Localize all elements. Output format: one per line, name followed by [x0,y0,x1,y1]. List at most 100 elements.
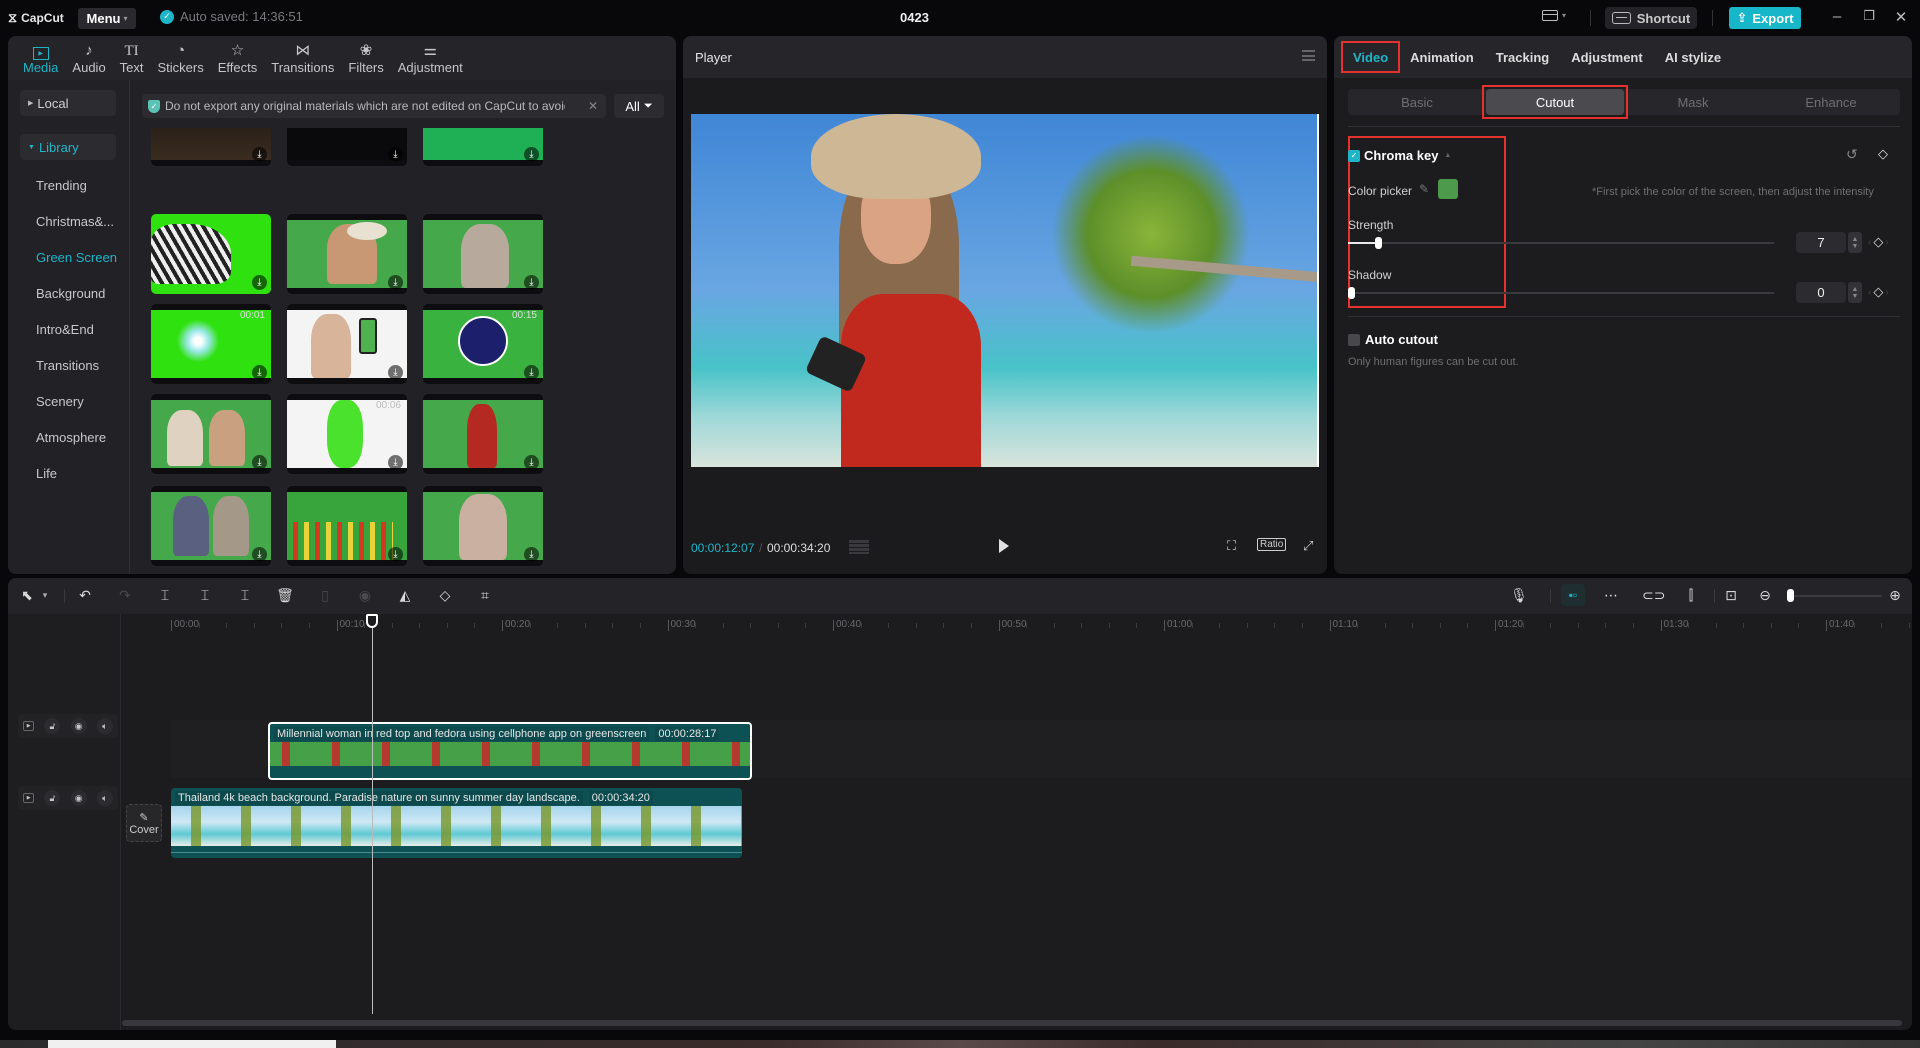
download-icon[interactable]: ⤓ [252,455,267,470]
main-track-magnet-icon[interactable]: ▪▫ [1561,584,1585,606]
track-thumbnail-icon[interactable]: ▶ [23,721,35,731]
menu-button[interactable]: Menu ▾ [78,8,136,29]
sidebar-item-trending[interactable]: Trending [36,178,87,193]
keyframe-icon[interactable]: ◇ [1873,234,1883,250]
strength-slider[interactable] [1348,237,1774,249]
shadow-stepper[interactable]: ▲ ▼ [1848,282,1862,303]
shadow-slider[interactable] [1348,287,1774,299]
split-icon[interactable]: ⌶ [156,587,174,604]
taskbar-item[interactable] [48,1040,336,1048]
delete-icon[interactable]: 🗑 [276,587,294,604]
track-thumbnail-icon[interactable]: ▶ [23,793,35,803]
strength-keyframe[interactable]: ‹ ◇ › [1868,234,1889,250]
fullscreen-icon[interactable]: ⤢ [1303,538,1313,554]
tab-stickers[interactable]: ◔ Stickers [151,36,211,80]
playhead[interactable] [372,614,373,1014]
video-preview[interactable] [691,114,1319,467]
lock-icon[interactable]: 🔓︎ [44,718,61,734]
tab-adjustment[interactable]: ⚌ Adjustment [391,36,470,80]
chroma-key-toggle[interactable]: ✓ Chroma key ▲ [1348,148,1451,163]
chevron-down-icon[interactable]: ▾ [36,590,54,601]
checkbox-unchecked-icon[interactable] [1348,333,1360,346]
tab-tracking[interactable]: Tracking [1485,42,1560,72]
zoom-in-icon[interactable]: ⊕ [1886,587,1904,604]
zoom-to-fit-icon[interactable]: ⊡ [1722,587,1740,604]
shortcut-button[interactable]: Shortcut [1605,7,1697,29]
download-icon[interactable]: ⤓ [524,365,539,380]
download-icon[interactable]: ⤓ [252,275,267,290]
close-button[interactable]: ✕ [1890,8,1912,26]
zoom-slider-handle[interactable] [1787,589,1794,602]
download-icon[interactable]: ⤓ [388,455,403,470]
ratio-button[interactable]: Ratio [1257,538,1287,551]
microphone-icon[interactable]: 🎙 [1510,587,1528,604]
picked-color-swatch[interactable] [1438,179,1458,199]
tab-media[interactable]: ▶ Media [16,36,65,80]
media-thumbnail[interactable]: ⤓ [151,214,271,294]
media-thumbnail[interactable]: ⤓ [151,128,271,166]
tab-effects[interactable]: ☆ Effects [211,36,265,80]
horizontal-scrollbar[interactable] [122,1020,1902,1026]
eyedropper-icon[interactable]: ✎ [1419,182,1429,196]
shadow-input[interactable]: 0 [1796,282,1846,303]
subtab-basic[interactable]: Basic [1348,89,1486,115]
cover-button[interactable]: ✎ Cover [126,804,162,842]
restore-button[interactable]: ❐ [1858,8,1880,24]
delete-left-icon[interactable]: ⌶ [196,587,214,604]
sidebar-item-green-screen[interactable]: Green Screen [36,250,117,265]
redo-icon[interactable]: ↷ [116,587,134,604]
select-tool-icon[interactable]: ⬉ [18,587,36,604]
media-thumbnail[interactable]: ⤓ [423,128,543,166]
sidebar-item-local[interactable]: ▶ Local [20,90,116,116]
zoom-fit-icon[interactable]: ⛶ [1227,538,1236,554]
strength-slider-handle[interactable] [1374,237,1382,249]
download-icon[interactable]: ⤓ [524,547,539,562]
media-thumbnail[interactable]: ⤓ [287,304,407,384]
shadow-slider-handle[interactable] [1348,287,1355,299]
filter-button[interactable]: All ⏷ [614,94,664,118]
zoom-slider[interactable] [1792,595,1882,597]
volume-icon[interactable]: 🔈︎ [96,790,113,806]
checkbox-checked-icon[interactable]: ✓ [1348,149,1360,162]
volume-icon[interactable]: 🔈︎ [96,718,113,734]
rotate-icon[interactable]: ◇ [436,587,454,604]
sidebar-item-christmas[interactable]: Christmas&... [36,214,114,229]
media-thumbnail[interactable]: ⤓ [287,486,407,566]
download-icon[interactable]: ⤓ [252,547,267,562]
download-icon[interactable]: ⤓ [388,275,403,290]
hamburger-menu-icon[interactable] [1302,50,1315,61]
time-ruler[interactable]: 00:00 00:10 00:20 00:30 00:40 00:50 01:00 01:10… [121,614,1912,636]
sidebar-item-atmosphere[interactable]: Atmosphere [36,430,106,445]
media-thumbnail[interactable]: ⤓ [287,214,407,294]
tab-adjustment[interactable]: Adjustment [1560,42,1654,72]
eye-icon[interactable]: ◉ [70,790,87,806]
split-preview-icon[interactable]: ⫿ [1682,587,1700,604]
subtab-mask[interactable]: Mask [1624,89,1762,115]
media-thumbnail[interactable]: ⤓ [423,214,543,294]
resize-handle[interactable] [1317,114,1319,467]
strength-stepper[interactable]: ▲ ▼ [1848,232,1862,253]
download-icon[interactable]: ⤓ [388,365,403,380]
auto-cutout-toggle[interactable]: Auto cutout [1348,332,1438,347]
download-icon[interactable]: ⤓ [388,147,403,162]
lock-icon[interactable]: 🔓︎ [44,790,61,806]
keyframe-icon[interactable]: ◇ [1878,146,1888,162]
sidebar-item-life[interactable]: Life [36,466,57,481]
media-thumbnail[interactable]: ⤓ [423,394,543,474]
tab-audio[interactable]: ♪ Audio [65,36,112,80]
undo-icon[interactable]: ↶ [76,587,94,604]
mirror-icon[interactable]: ◭ [396,587,414,604]
keyframe-icon[interactable]: ◇ [1873,284,1883,300]
tab-transitions[interactable]: ⋈ Transitions [264,36,341,80]
caret-up-icon[interactable]: ▲ [1444,152,1451,159]
eye-icon[interactable]: ◉ [70,718,87,734]
media-thumbnail[interactable]: 00:01 ⤓ [151,304,271,384]
timecode-menu-icon[interactable] [849,540,869,554]
tab-text[interactable]: TI Text [113,36,151,80]
media-thumbnail[interactable]: ⤓ [151,394,271,474]
close-notice-icon[interactable]: ✕ [588,99,598,113]
media-thumbnail[interactable]: 00:06 ⤓ [287,394,407,474]
auto-snap-icon[interactable]: ⋯ [1602,587,1620,604]
delete-right-icon[interactable]: ⌶ [236,587,254,604]
download-icon[interactable]: ⤓ [524,455,539,470]
